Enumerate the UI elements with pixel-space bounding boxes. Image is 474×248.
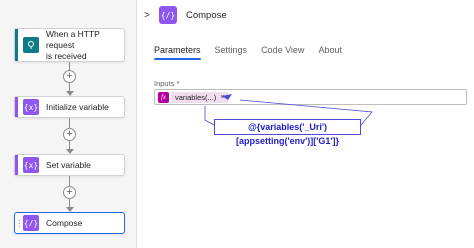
variable-icon: {x} bbox=[23, 99, 39, 115]
add-action-button[interactable]: + bbox=[63, 128, 76, 141]
panel-tabs: Parameters Settings Code View About bbox=[154, 44, 356, 62]
node-accent bbox=[15, 97, 18, 117]
compose-icon: {/} bbox=[159, 6, 177, 24]
action-node-label: Initialize variable bbox=[46, 101, 109, 112]
add-action-button[interactable]: + bbox=[63, 186, 76, 199]
chevron-right-icon[interactable]: > bbox=[144, 10, 154, 21]
http-request-icon bbox=[23, 37, 39, 53]
drag-handle-icon[interactable]: · · · bbox=[18, 217, 21, 231]
tab-settings[interactable]: Settings bbox=[215, 44, 248, 60]
action-node-label: Compose bbox=[46, 217, 83, 228]
variable-icon: {x} bbox=[23, 157, 39, 173]
inputs-field[interactable]: fx variables(...) × bbox=[154, 89, 467, 105]
trigger-node-http-request[interactable]: When a HTTP request is received bbox=[14, 28, 125, 62]
trigger-node-label: When a HTTP request is received bbox=[46, 28, 100, 61]
expression-callout: @{variables('_Uri')[appsetting('env')]['… bbox=[214, 119, 361, 146]
inputs-label: Inputs * bbox=[154, 79, 180, 88]
panel-header: > {/} Compose bbox=[138, 0, 474, 30]
compose-icon: {/} bbox=[23, 215, 39, 231]
action-node-initialize-variable[interactable]: {x} Initialize variable bbox=[14, 96, 125, 118]
tab-parameters[interactable]: Parameters bbox=[154, 44, 201, 60]
close-icon[interactable]: × bbox=[220, 92, 224, 103]
action-node-compose[interactable]: · · · {/} Compose bbox=[14, 212, 125, 234]
connector-line bbox=[69, 118, 70, 128]
node-accent bbox=[15, 29, 18, 61]
tab-about[interactable]: About bbox=[318, 44, 342, 60]
tab-code-view[interactable]: Code View bbox=[261, 44, 304, 60]
flow-canvas: When a HTTP request is received + {x} In… bbox=[0, 0, 137, 248]
panel-title[interactable]: Compose bbox=[186, 10, 227, 21]
expression-token[interactable]: variables(...) × bbox=[171, 92, 229, 103]
expression-fx-icon: fx bbox=[158, 92, 169, 103]
connector-line bbox=[69, 176, 70, 186]
expression-token-label: variables(...) bbox=[175, 93, 217, 102]
action-node-label: Set variable bbox=[46, 159, 91, 170]
action-node-set-variable[interactable]: {x} Set variable bbox=[14, 154, 125, 176]
add-action-button[interactable]: + bbox=[63, 70, 76, 83]
node-accent bbox=[15, 155, 18, 175]
